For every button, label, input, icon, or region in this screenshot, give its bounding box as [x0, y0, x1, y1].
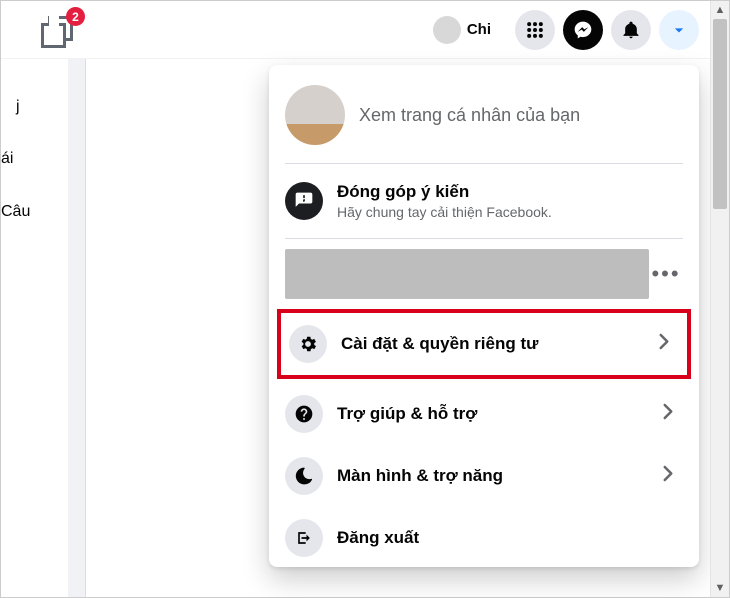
question-icon	[294, 404, 314, 424]
scrollbar[interactable]: ▲ ▼	[710, 1, 729, 597]
left-fragment-text: j ái Câu	[1, 96, 30, 253]
feedback-icon-wrap	[285, 182, 323, 220]
avatar-large	[285, 85, 345, 145]
display-icon-wrap	[285, 457, 323, 495]
divider	[285, 238, 683, 239]
top-bar: 2 Chi	[1, 1, 729, 59]
settings-privacy-row[interactable]: Cài đặt & quyền riêng tư	[281, 313, 687, 375]
scrollbar-down-button[interactable]: ▼	[711, 579, 729, 597]
notification-badge: 2	[66, 7, 85, 26]
scrollbar-up-button[interactable]: ▲	[711, 1, 729, 19]
user-profile-pill[interactable]: Chi	[429, 12, 501, 48]
messenger-icon	[573, 20, 593, 40]
chevron-right-icon	[651, 329, 677, 360]
scrollbar-thumb[interactable]	[713, 19, 727, 209]
bell-icon	[621, 20, 641, 40]
user-name: Chi	[467, 21, 491, 38]
display-accessibility-row[interactable]: Màn hình & trợ năng	[277, 445, 691, 507]
messenger-button[interactable]	[563, 10, 603, 50]
menu-grid-button[interactable]	[515, 10, 555, 50]
display-label: Màn hình & trợ năng	[337, 466, 503, 486]
chevron-right-icon	[655, 399, 681, 430]
profile-text: Xem trang cá nhân của bạn	[359, 105, 580, 126]
more-options-button[interactable]: •••	[649, 261, 683, 287]
logout-icon	[294, 528, 314, 548]
feedback-row[interactable]: Đóng góp ý kiến Hãy chung tay cải thiện …	[277, 170, 691, 232]
chevron-right-icon	[655, 461, 681, 492]
feedback-icon	[294, 191, 314, 211]
grid-icon	[525, 20, 545, 40]
avatar-small	[433, 16, 461, 44]
masked-row: •••	[277, 245, 691, 305]
highlight-box: Cài đặt & quyền riêng tư	[277, 309, 691, 379]
help-label: Trợ giúp & hỗ trợ	[337, 404, 477, 424]
settings-label: Cài đặt & quyền riêng tư	[341, 334, 538, 354]
account-dropdown-button[interactable]	[659, 10, 699, 50]
account-dropdown-panel: Xem trang cá nhân của bạn Đóng góp ý kiế…	[269, 65, 699, 567]
side-divider	[68, 59, 86, 597]
logo[interactable]: 2	[41, 15, 75, 49]
help-icon-wrap	[285, 395, 323, 433]
feedback-subtitle: Hãy chung tay cải thiện Facebook.	[337, 204, 552, 220]
notifications-button[interactable]	[611, 10, 651, 50]
settings-icon-wrap	[289, 325, 327, 363]
moon-icon	[294, 466, 314, 486]
logout-row[interactable]: Đăng xuất	[277, 507, 691, 559]
logout-icon-wrap	[285, 519, 323, 557]
feedback-title: Đóng góp ý kiến	[337, 182, 552, 202]
divider	[285, 163, 683, 164]
view-profile-row[interactable]: Xem trang cá nhân của bạn	[277, 73, 691, 157]
help-support-row[interactable]: Trợ giúp & hỗ trợ	[277, 383, 691, 445]
masked-content	[285, 249, 649, 299]
caret-down-icon	[669, 20, 689, 40]
logout-label: Đăng xuất	[337, 528, 419, 548]
gear-icon	[298, 334, 318, 354]
